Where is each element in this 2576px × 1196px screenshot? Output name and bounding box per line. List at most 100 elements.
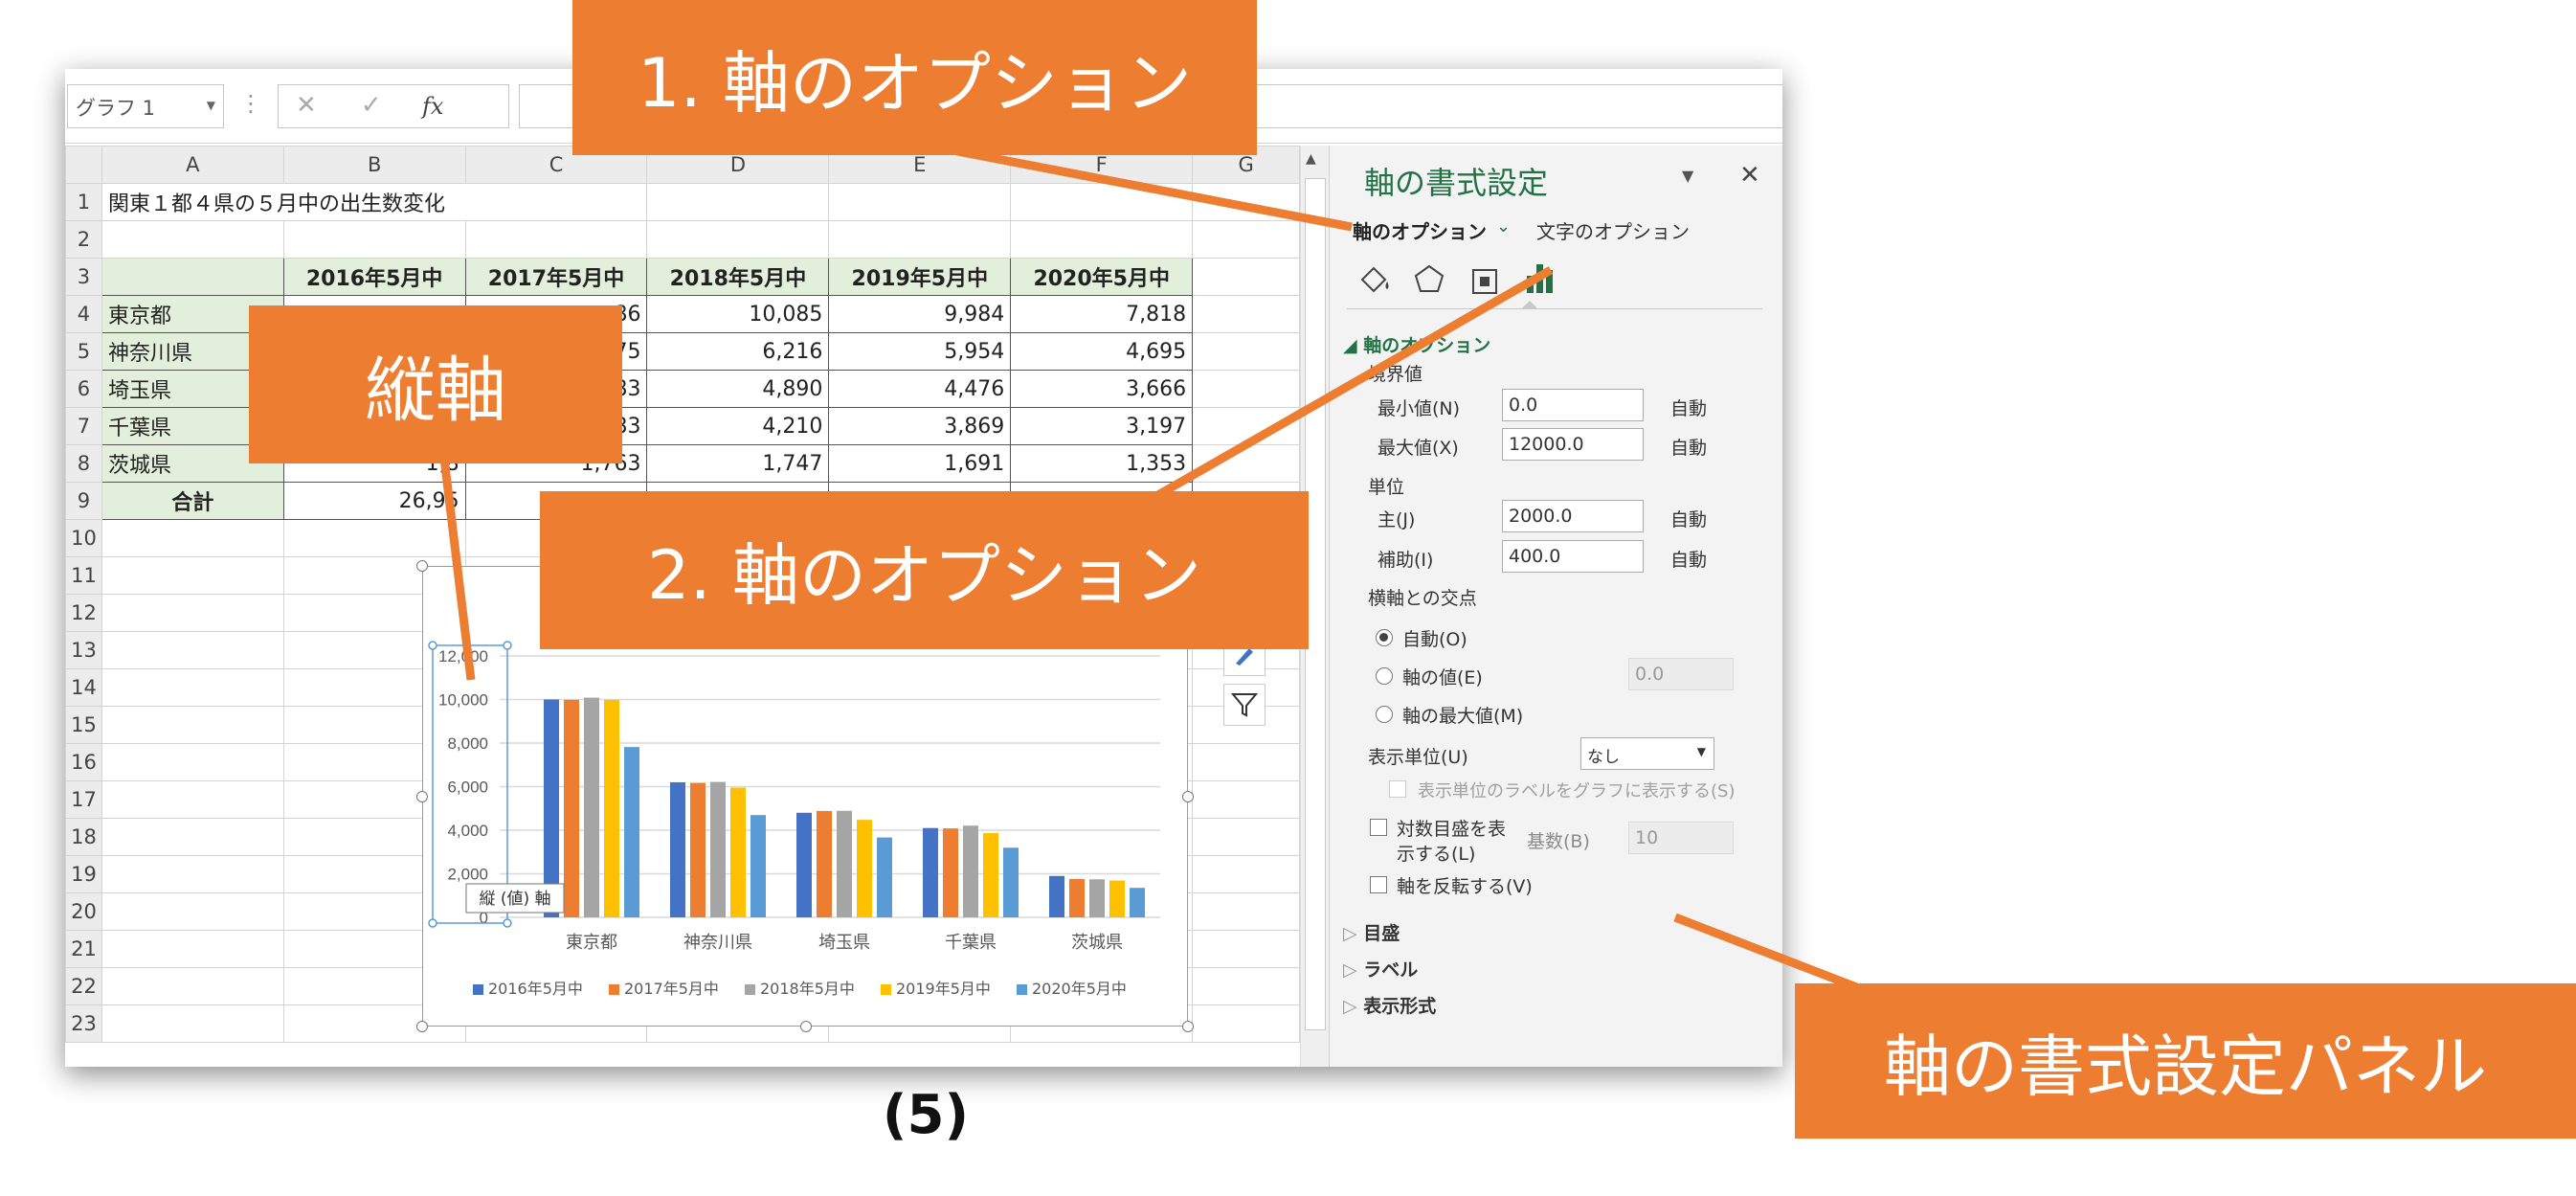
cell[interactable] [1192,930,1300,968]
cell[interactable] [1192,407,1300,445]
cell[interactable] [101,519,284,557]
tab-axis-options[interactable]: 軸のオプション [1353,216,1487,244]
cell[interactable] [1192,444,1300,483]
cell[interactable] [101,967,284,1005]
resize-handle[interactable] [1182,791,1194,802]
row-header[interactable]: 12 [65,594,102,632]
table-cell[interactable]: 3,869 [828,407,1012,445]
row-header[interactable]: 6 [65,370,102,408]
cross-value-radio[interactable] [1376,667,1393,685]
table-header-cell[interactable]: 2017年5月中 [464,258,648,296]
close-icon[interactable]: ✕ [1739,161,1760,190]
cell[interactable] [282,519,466,557]
sheet-title-cell[interactable]: 関東１都４県の５月中の出生数変化 [101,183,647,221]
cell[interactable] [1192,855,1300,893]
section-labels[interactable]: ▷ ラベル [1343,956,1418,982]
log-base-input[interactable]: 10 [1628,822,1734,854]
name-box[interactable]: グラフ 1 ▼ [67,84,224,128]
table-cell[interactable]: 1,353 [1010,444,1194,483]
cross-auto-label[interactable]: 自動(O) [1402,625,1467,651]
cell[interactable] [1192,780,1300,819]
cancel-icon[interactable]: ✕ [296,91,317,120]
pane-options-chevron-icon[interactable]: ▼ [1682,167,1693,185]
table-cell[interactable]: 6,216 [646,332,830,371]
insert-function-icon[interactable]: fx [422,93,443,120]
display-units-select[interactable]: なし ▼ [1580,737,1714,770]
cell[interactable] [646,183,830,221]
cell[interactable] [828,183,1012,221]
table-cell[interactable]: 1,747 [646,444,830,483]
effects-icon[interactable] [1410,260,1448,299]
row-header[interactable]: 21 [65,930,102,968]
row-header[interactable]: 9 [65,482,102,520]
cross-value-label[interactable]: 軸の値(E) [1402,664,1483,689]
cell[interactable] [101,706,284,744]
cell[interactable] [1192,183,1300,221]
size-properties-icon[interactable] [1466,260,1504,299]
table-header-cell[interactable]: 2018年5月中 [646,258,830,296]
cell[interactable] [101,743,284,781]
cell[interactable] [101,855,284,893]
cell[interactable] [1192,258,1300,296]
row-header[interactable]: 7 [65,407,102,445]
row-header[interactable]: 22 [65,967,102,1005]
cell[interactable] [101,780,284,819]
cross-auto-radio[interactable] [1376,629,1393,646]
table-cell[interactable]: 4,476 [828,370,1012,408]
row-header[interactable]: 8 [65,444,102,483]
axis-options-icon[interactable] [1521,257,1559,299]
cell[interactable] [101,594,284,632]
cell[interactable] [828,220,1012,259]
table-cell[interactable]: 4,695 [1010,332,1194,371]
row-header[interactable]: 18 [65,818,102,856]
major-unit-input[interactable]: 2000.0 [1502,500,1644,532]
table-cell[interactable]: 9,984 [828,295,1012,333]
row-header[interactable]: 19 [65,855,102,893]
row-header[interactable]: 4 [65,295,102,333]
cell[interactable] [1192,295,1300,333]
section-axis-options[interactable]: ◢ 軸のオプション [1343,331,1490,357]
show-units-checkbox[interactable] [1389,780,1406,798]
table-cell[interactable]: 4,210 [646,407,830,445]
cell[interactable] [101,220,284,259]
row-header[interactable]: 23 [65,1004,102,1043]
table-cell[interactable]: 4,890 [646,370,830,408]
cross-max-label[interactable]: 軸の最大値(M) [1402,702,1523,728]
reverse-axis-checkbox[interactable] [1370,876,1387,893]
resize-handle[interactable] [416,560,428,572]
row-header[interactable]: 1 [65,183,102,221]
row-header[interactable]: 20 [65,892,102,931]
fill-line-icon[interactable] [1355,260,1397,299]
max-value-input[interactable]: 12000.0 [1502,428,1644,461]
column-header[interactable]: A [101,146,284,184]
total-label[interactable]: 合計 [101,482,284,520]
section-number[interactable]: ▷ 表示形式 [1343,992,1436,1018]
confirm-icon[interactable]: ✓ [361,91,382,120]
cell[interactable] [101,668,284,707]
cell[interactable] [464,220,648,259]
table-cell[interactable]: 3,197 [1010,407,1194,445]
column-header[interactable]: B [282,146,466,184]
cell[interactable] [1192,370,1300,408]
table-header-cell[interactable]: 2016年5月中 [282,258,466,296]
resize-handle[interactable] [1182,1021,1194,1032]
row-header[interactable]: 14 [65,668,102,707]
resize-handle[interactable] [416,1021,428,1032]
table-cell[interactable]: 3,666 [1010,370,1194,408]
table-cell[interactable]: 10,085 [646,295,830,333]
cell[interactable] [1010,220,1194,259]
table-cell[interactable]: 1,691 [828,444,1012,483]
chevron-down-icon[interactable]: ⌄ [1496,216,1511,237]
cell[interactable] [1192,332,1300,371]
min-value-input[interactable]: 0.0 [1502,389,1644,421]
row-header[interactable]: 11 [65,556,102,595]
chart-filters-button[interactable] [1223,684,1266,726]
table-cell[interactable]: 5,954 [828,332,1012,371]
cell[interactable] [1192,818,1300,856]
section-ticks[interactable]: ▷ 目盛 [1343,919,1400,945]
cell[interactable] [101,258,284,296]
chevron-down-icon[interactable]: ▼ [207,99,215,112]
cell[interactable] [1192,220,1300,259]
cell[interactable] [101,892,284,931]
row-header[interactable]: 16 [65,743,102,781]
